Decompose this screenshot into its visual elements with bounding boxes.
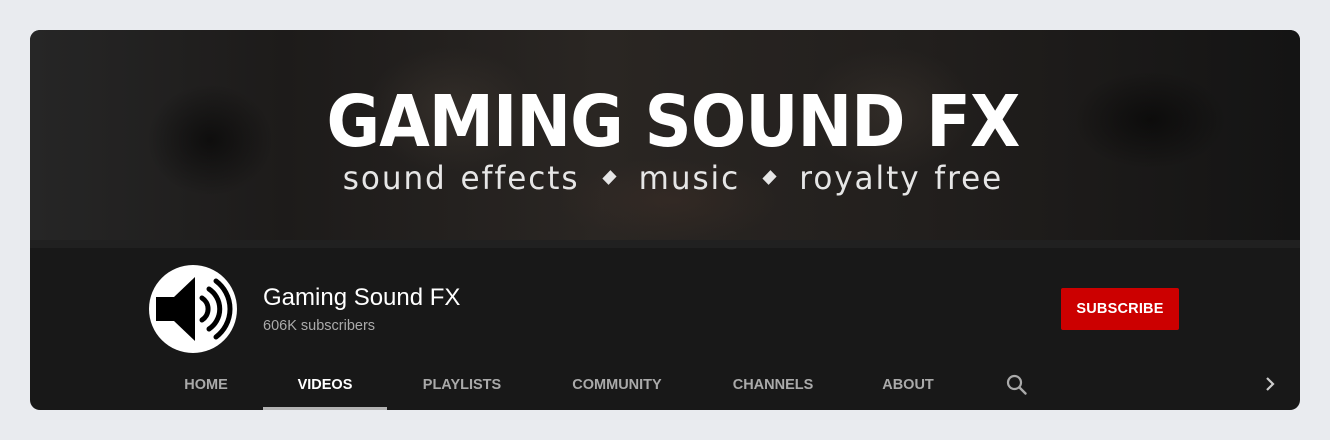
subscriber-count: 606K subscribers — [263, 318, 376, 334]
tagline-item: music — [638, 159, 741, 197]
diamond-separator-icon — [601, 170, 617, 185]
channel-tabs: HOME VIDEOS PLAYLISTS COMMUNITY CHANNELS… — [30, 364, 1300, 410]
banner-title: GAMING SOUND FX — [326, 80, 1021, 163]
channel-banner: GAMING SOUND FX sound effects music royalt… — [30, 30, 1300, 240]
channel-header: GAMING SOUND FX sound effects music royalt… — [30, 30, 1300, 410]
banner-divider — [30, 240, 1300, 248]
channel-name[interactable]: Gaming Sound FX — [263, 284, 460, 312]
subscribe-button[interactable]: SUBSCRIBE — [1061, 288, 1179, 330]
tab-home[interactable]: HOME — [166, 364, 246, 410]
speaker-icon — [156, 277, 233, 341]
tagline-item: sound effects — [342, 159, 580, 197]
tab-community[interactable]: COMMUNITY — [555, 364, 679, 410]
tab-videos[interactable]: VIDEOS — [263, 364, 387, 410]
chevron-right-icon[interactable] — [1260, 374, 1280, 394]
tagline-item: royalty free — [799, 159, 1004, 197]
search-icon[interactable] — [1004, 372, 1030, 398]
banner-tagline: sound effects music royalty free — [57, 158, 1289, 198]
tab-playlists[interactable]: PLAYLISTS — [400, 364, 524, 410]
diamond-separator-icon — [762, 170, 777, 185]
tab-about[interactable]: ABOUT — [858, 364, 958, 410]
tab-channels[interactable]: CHANNELS — [711, 364, 835, 410]
channel-avatar[interactable] — [149, 265, 237, 353]
